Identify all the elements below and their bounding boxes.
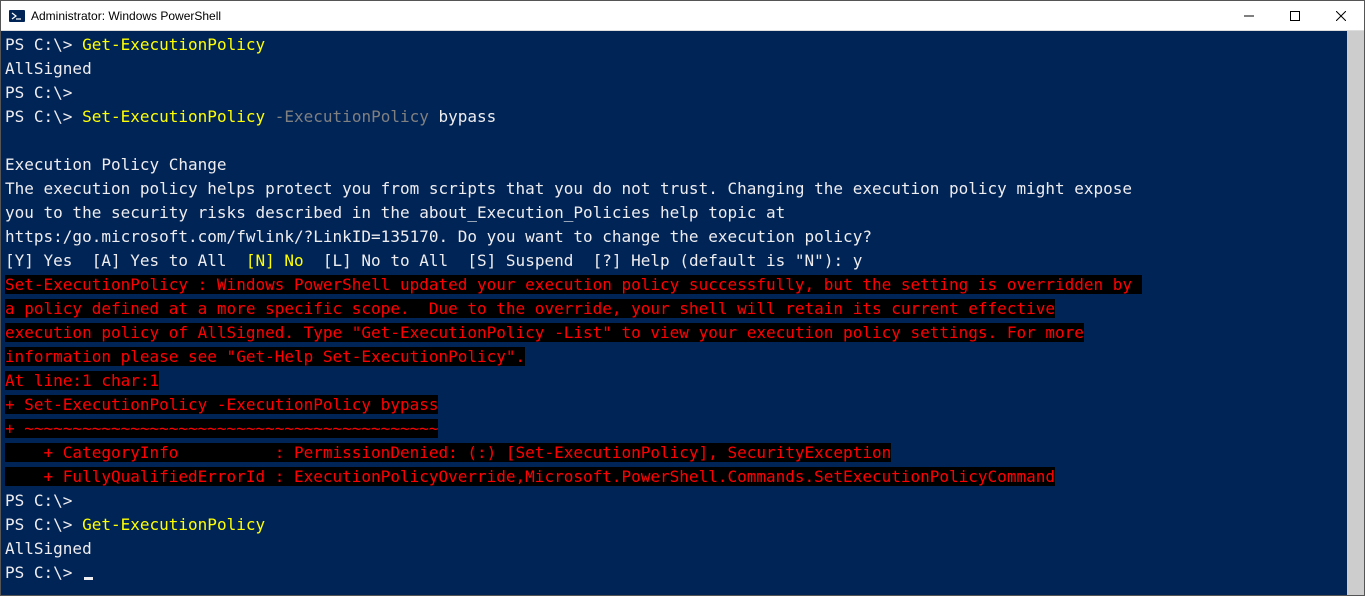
prompt: PS C:\> [5, 107, 72, 126]
output-line: https:/go.microsoft.com/fwlink/?LinkID=1… [5, 225, 1343, 249]
cursor [84, 577, 93, 580]
error-line: + FullyQualifiedErrorId : ExecutionPolic… [5, 467, 1055, 486]
scrollbar-thumb[interactable] [1347, 31, 1364, 595]
output-line: The execution policy helps protect you f… [5, 177, 1343, 201]
error-line: execution policy of AllSigned. Type "Get… [5, 323, 1084, 342]
error-line: + CategoryInfo : PermissionDenied: (:) [… [5, 443, 891, 462]
content-area: PS C:\> Get-ExecutionPolicy AllSigned PS C… [1, 31, 1364, 595]
powershell-icon [9, 8, 25, 24]
powershell-window: Administrator: Windows PowerShell PS C:\… [0, 0, 1365, 596]
choice: [S] Suspend [467, 251, 573, 270]
minimize-button[interactable] [1226, 1, 1272, 31]
choice: [Y] Yes [5, 251, 72, 270]
window-title: Administrator: Windows PowerShell [31, 9, 221, 23]
command: Set-ExecutionPolicy [82, 107, 265, 126]
error-line: + Set-ExecutionPolicy -ExecutionPolicy b… [5, 395, 438, 414]
error-line: information please see "Get-Help Set-Exe… [5, 347, 525, 366]
output-line: AllSigned [5, 57, 1343, 81]
command: Get-ExecutionPolicy [82, 515, 265, 534]
output-line: AllSigned [5, 537, 1343, 561]
error-line: At line:1 char:1 [5, 371, 159, 390]
choice: [?] Help (default is "N"): y [593, 251, 863, 270]
output-line: you to the security risks described in t… [5, 201, 1343, 225]
choice: [A] Yes to All [92, 251, 227, 270]
error-line: + ~~~~~~~~~~~~~~~~~~~~~~~~~~~~~~~~~~~~~~… [5, 419, 438, 438]
prompt: PS C:\> [5, 35, 72, 54]
maximize-button[interactable] [1272, 1, 1318, 31]
error-line: a policy defined at a more specific scop… [5, 299, 1055, 318]
terminal-output[interactable]: PS C:\> Get-ExecutionPolicy AllSigned PS C… [1, 31, 1347, 595]
choice-default: [N] No [246, 251, 304, 270]
parameter: -ExecutionPolicy [275, 107, 429, 126]
titlebar[interactable]: Administrator: Windows PowerShell [1, 1, 1364, 31]
output-header: Execution Policy Change [5, 153, 1343, 177]
prompt: PS C:\> [5, 563, 72, 582]
prompt: PS C:\> [5, 515, 72, 534]
command: Get-ExecutionPolicy [82, 35, 265, 54]
prompt: PS C:\> [5, 491, 72, 510]
close-button[interactable] [1318, 1, 1364, 31]
vertical-scrollbar[interactable] [1347, 31, 1364, 595]
prompt: PS C:\> [5, 83, 72, 102]
error-line: Set-ExecutionPolicy : Windows PowerShell… [5, 275, 1142, 294]
choice: [L] No to All [323, 251, 448, 270]
argument: bypass [439, 107, 497, 126]
